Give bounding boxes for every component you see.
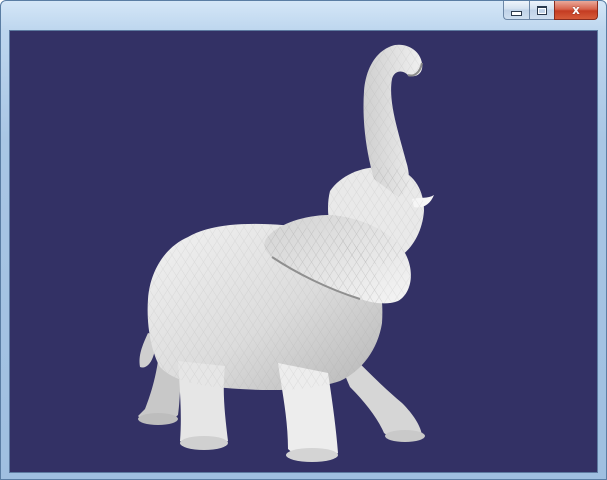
- app-window: x: [0, 0, 607, 480]
- 3d-viewport[interactable]: [9, 30, 598, 473]
- maximize-icon: [537, 5, 547, 15]
- close-button[interactable]: x: [554, 1, 598, 20]
- close-icon: x: [572, 3, 580, 17]
- caption-buttons: x: [503, 1, 598, 21]
- maximize-button[interactable]: [529, 1, 554, 20]
- minimize-icon: [511, 10, 522, 16]
- minimize-button[interactable]: [503, 1, 529, 20]
- title-bar[interactable]: x: [1, 1, 606, 27]
- elephant-model: [138, 44, 434, 462]
